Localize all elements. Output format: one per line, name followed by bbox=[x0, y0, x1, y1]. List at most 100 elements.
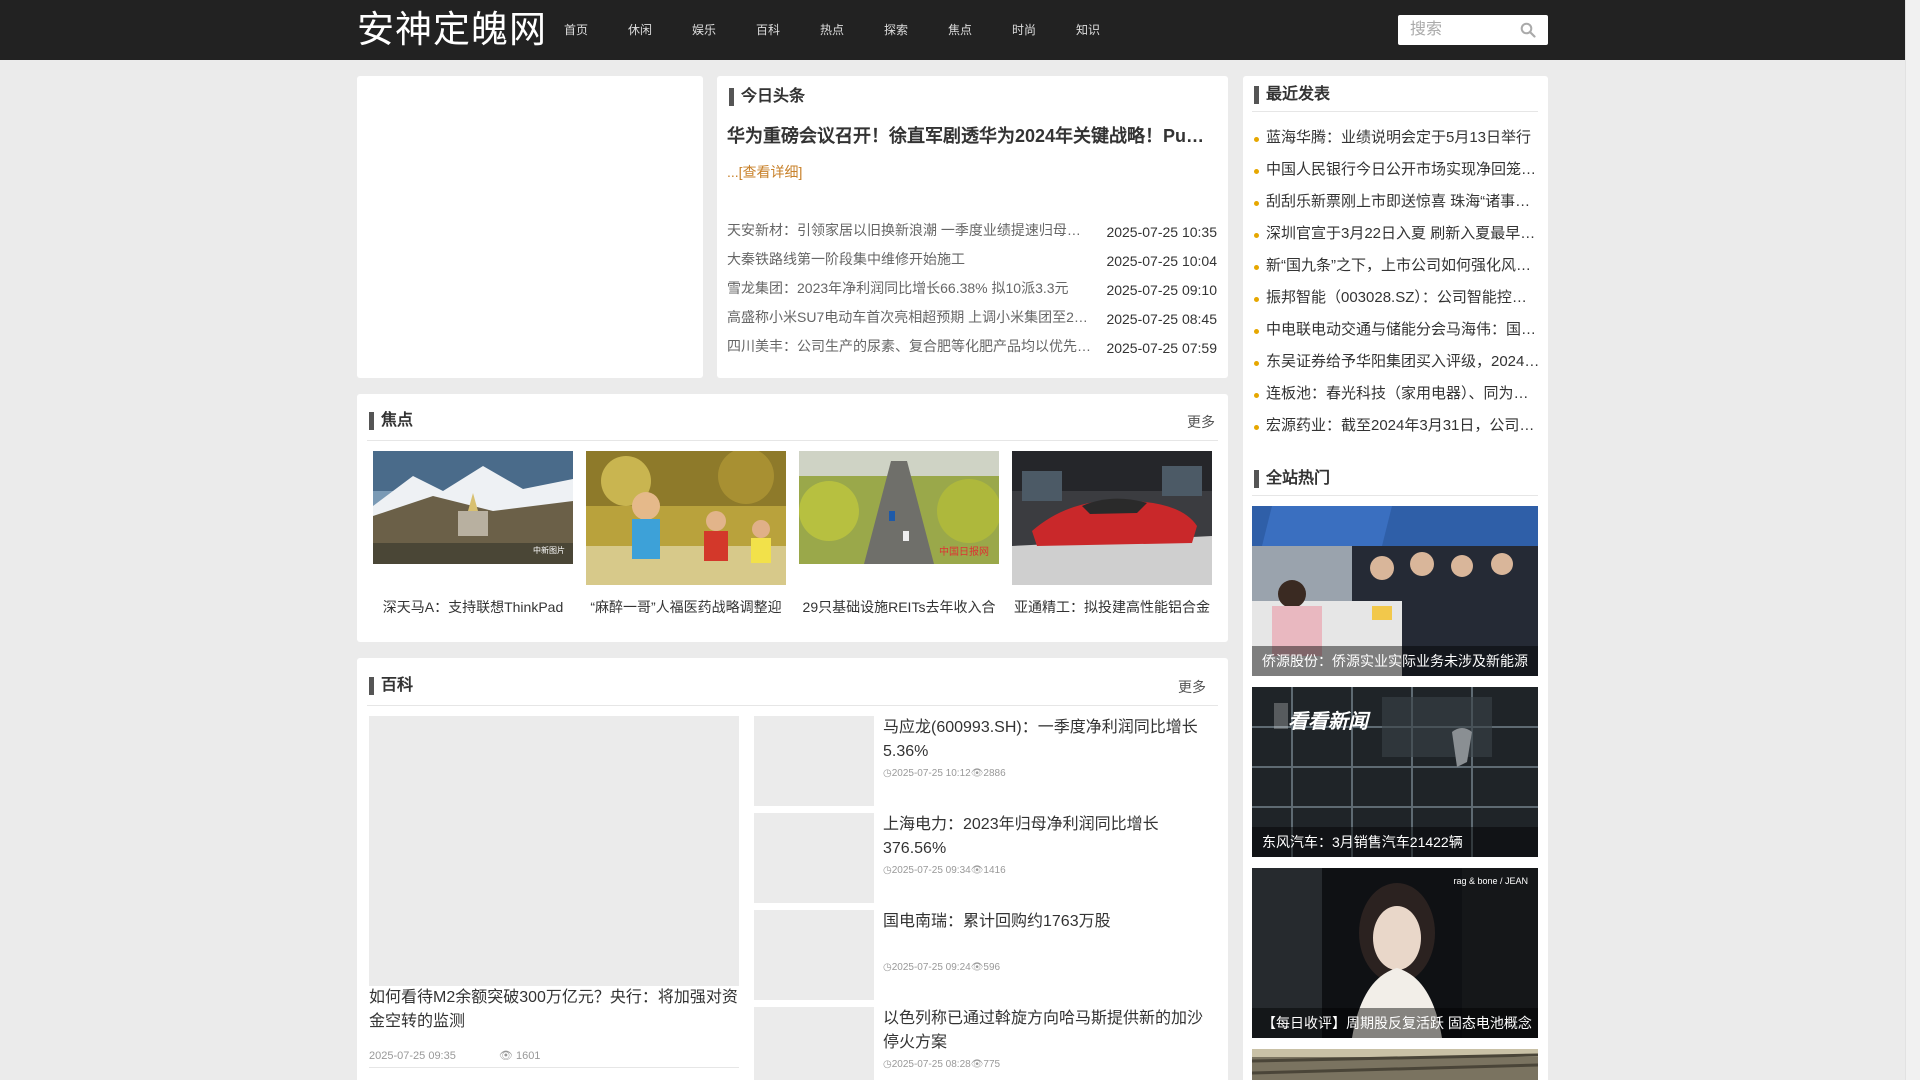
list-item[interactable]: 刮刮乐新票刚上市即送惊喜 珠海“诸事顺利”中奖 bbox=[1252, 188, 1540, 220]
hot-card[interactable]: 侨源股份：侨源实业实际业务未涉及新能源 bbox=[1252, 506, 1538, 676]
focus-caption[interactable]: “麻醉一哥”人福医药战略调整迎 bbox=[586, 597, 786, 617]
page-scrollbar[interactable] bbox=[1905, 0, 1920, 1080]
news-date: 2025-07-25 08:45 bbox=[1106, 311, 1217, 327]
article-title[interactable]: 马应龙(600993.SH)：一季度净利润同比增长5.36% bbox=[883, 716, 1213, 764]
hot-card[interactable]: rag & bone / JEAN 【每日收评】周期股反复活跃 固态电池概念 bbox=[1252, 868, 1538, 1038]
scrollbar-thumb[interactable] bbox=[1909, 0, 1918, 1080]
views-count: 1601 bbox=[515, 1050, 541, 1062]
article-thumbnail[interactable] bbox=[754, 910, 874, 1000]
list-item[interactable]: 振邦智能（003028.SZ）：公司智能控制器产品 bbox=[1252, 284, 1540, 316]
article-title[interactable]: 上海电力：2023年归母净利润同比增长376.56% bbox=[883, 813, 1213, 861]
headline-title[interactable]: 华为重磅会议召开！徐直军剧透华为2024年关键战略！Pura70系列发布 bbox=[727, 122, 1209, 148]
focus-card[interactable]: 中国日报网 29只基础设施REITs去年收入合 bbox=[799, 451, 999, 615]
focus-image[interactable] bbox=[1012, 451, 1212, 585]
focus-caption[interactable]: 深天马A：支持联想ThinkPad bbox=[373, 597, 573, 617]
list-item[interactable]: 天安新材：引领家居以旧换新浪潮 一季度业绩提速归母净利润同比增长 2025-07-… bbox=[727, 218, 1217, 247]
search-icon[interactable] bbox=[1520, 22, 1536, 38]
hot-caption[interactable]: 【每日收评】周期股反复活跃 固态电池概念 bbox=[1252, 1008, 1538, 1038]
news-title[interactable]: 大秦铁路线第一阶段集中维修开始施工 bbox=[727, 249, 1092, 269]
list-item[interactable]: 东吴证券给予华阳集团买入评级，2024年一季度 bbox=[1252, 348, 1540, 380]
nav-entertainment[interactable]: 娱乐 bbox=[672, 0, 736, 60]
image-watermark: 中国日报网 bbox=[939, 547, 989, 558]
featured-title[interactable]: 如何看待M2余额突破300万亿元？央行：将加强对资金空转的监测 bbox=[369, 986, 741, 1034]
focus-image[interactable] bbox=[586, 451, 786, 585]
eye-icon: 👁 bbox=[498, 1050, 516, 1062]
focus-image[interactable]: 中国日报网 bbox=[799, 451, 999, 564]
article-thumbnail[interactable] bbox=[754, 1007, 874, 1080]
slideshow-area[interactable] bbox=[357, 76, 703, 378]
list-item[interactable]: 以色列称已通过斡旋方向哈马斯提供新的加沙停火方案 ◷2025-07-25 08:… bbox=[754, 1007, 1214, 1080]
article-title[interactable]: 国电南瑞：累计回购约1763万股 bbox=[883, 910, 1213, 934]
list-item[interactable]: 连板池：春光科技（家用电器）、同为股份晋级 bbox=[1252, 380, 1540, 412]
main-nav: 首页 休闲 娱乐 百科 热点 探索 焦点 时尚 知识 bbox=[544, 0, 1120, 60]
views-count: 1416 bbox=[983, 865, 1006, 876]
focus-more-link[interactable]: 更多 bbox=[1187, 412, 1215, 432]
list-item[interactable]: 中电联电动交通与储能分会马海伟：国内充电 bbox=[1252, 316, 1540, 348]
featured-meta: 2025-07-25 09:35 👁 1601 bbox=[369, 1049, 540, 1062]
hot-caption[interactable]: 东风汽车：3月销售汽车21422辆 bbox=[1252, 827, 1538, 857]
nav-hot[interactable]: 热点 bbox=[800, 0, 864, 60]
article-thumbnail[interactable] bbox=[754, 716, 874, 806]
article-meta: ◷2025-07-25 08:28👁775 bbox=[883, 1059, 1000, 1070]
nav-knowledge[interactable]: 知识 bbox=[1056, 0, 1120, 60]
focus-card[interactable]: “麻醉一哥”人福医药战略调整迎 bbox=[586, 451, 786, 615]
news-date: 2025-07-25 07:59 bbox=[1106, 340, 1217, 356]
list-item[interactable]: 大秦铁路线第一阶段集中维修开始施工 2025-07-25 10:04 bbox=[727, 247, 1217, 276]
nav-leisure[interactable]: 休闲 bbox=[608, 0, 672, 60]
article-date: 2025-07-25 08:28 bbox=[891, 1059, 971, 1070]
nav-home[interactable]: 首页 bbox=[544, 0, 608, 60]
image-watermark: 中新图片 bbox=[533, 546, 565, 555]
view-detail-link[interactable]: [查看详细] bbox=[739, 164, 803, 180]
search-input[interactable] bbox=[1398, 15, 1513, 45]
news-title[interactable]: 天安新材：引领家居以旧换新浪潮 一季度业绩提速归母净利润同比增长 bbox=[727, 220, 1092, 240]
news-title[interactable]: 高盛称小米SU7电动车首次亮相超预期 上调小米集团至2024年目标价 bbox=[727, 307, 1092, 327]
clock-icon: ◷ bbox=[883, 865, 892, 876]
hot-card[interactable]: 看看新闻 东风汽车：3月销售汽车21422辆 bbox=[1252, 687, 1538, 857]
clock-icon: ◷ bbox=[883, 768, 892, 779]
clock-icon: ◷ bbox=[883, 962, 892, 973]
news-title[interactable]: 雪龙集团：2023年净利润同比增长66.38% 拟10派3.3元 bbox=[727, 278, 1092, 298]
list-item[interactable]: 新“国九条”之下，上市公司如何强化风险意识 bbox=[1252, 252, 1540, 284]
news-date: 2025-07-25 10:04 bbox=[1106, 253, 1217, 269]
list-item[interactable]: 上海电力：2023年归母净利润同比增长376.56% ◷2025-07-25 0… bbox=[754, 813, 1214, 903]
article-thumbnail[interactable] bbox=[754, 813, 874, 903]
nav-explore[interactable]: 探索 bbox=[864, 0, 928, 60]
list-item[interactable]: 宏源药业：截至2024年3月31日，公司股东人数 bbox=[1252, 412, 1540, 444]
featured-views: 👁 1601 bbox=[499, 1050, 541, 1062]
eye-icon: 👁 bbox=[970, 865, 984, 876]
hot-caption[interactable]: 侨源股份：侨源实业实际业务未涉及新能源 bbox=[1252, 646, 1538, 676]
focus-image[interactable]: 中新图片 bbox=[373, 451, 573, 564]
list-item[interactable]: 深圳官宣于3月22日入夏 刷新入夏最早纪录 bbox=[1252, 220, 1540, 252]
list-item[interactable]: 国电南瑞：累计回购约1763万股 ◷2025-07-25 09:24👁596 bbox=[754, 910, 1214, 1000]
hot-card[interactable] bbox=[1252, 1049, 1538, 1080]
focus-caption[interactable]: 29只基础设施REITs去年收入合 bbox=[799, 597, 999, 617]
list-item[interactable]: 四川美丰：公司生产的尿素、复合肥等化肥产品均以优先满足国内市场 2025-07-2… bbox=[727, 334, 1217, 363]
list-item[interactable]: 高盛称小米SU7电动车首次亮相超预期 上调小米集团至2024年目标价 2025-0… bbox=[727, 305, 1217, 334]
encyclopedia-more-link[interactable]: 更多 bbox=[1178, 677, 1206, 697]
recent-list: 蓝海华腾：业绩说明会定于5月13日举行 中国人民银行今日公开市场实现净回笼100… bbox=[1252, 124, 1540, 444]
focus-caption[interactable]: 亚通精工：拟投建高性能铝合金 bbox=[1012, 597, 1212, 617]
divider bbox=[369, 1067, 739, 1068]
headline-detail: ...[查看详细] bbox=[727, 162, 802, 182]
focus-card[interactable]: 亚通精工：拟投建高性能铝合金 bbox=[1012, 451, 1212, 615]
article-date: 2025-07-25 10:12 bbox=[891, 768, 971, 779]
article-title[interactable]: 以色列称已通过斡旋方向哈马斯提供新的加沙停火方案 bbox=[883, 1007, 1213, 1055]
focus-section-title: 焦点 bbox=[369, 411, 413, 431]
site-logo[interactable]: 安神定魄网 bbox=[357, 6, 547, 54]
nav-fashion[interactable]: 时尚 bbox=[992, 0, 1056, 60]
divider bbox=[367, 705, 1218, 706]
list-item[interactable]: 中国人民银行今日公开市场实现净回笼1000亿元 bbox=[1252, 156, 1540, 188]
detail-prefix: ... bbox=[727, 164, 739, 180]
eye-icon: 👁 bbox=[970, 1059, 984, 1070]
news-title[interactable]: 四川美丰：公司生产的尿素、复合肥等化肥产品均以优先满足国内市场 bbox=[727, 336, 1092, 356]
hot-image[interactable] bbox=[1252, 1049, 1538, 1080]
list-item[interactable]: 雪龙集团：2023年净利润同比增长66.38% 拟10派3.3元 2025-07-… bbox=[727, 276, 1217, 305]
brand-text: rag & bone / JEAN bbox=[1453, 876, 1528, 886]
nav-focus[interactable]: 焦点 bbox=[928, 0, 992, 60]
list-item[interactable]: 蓝海华腾：业绩说明会定于5月13日举行 bbox=[1252, 124, 1540, 156]
list-item[interactable]: 马应龙(600993.SH)：一季度净利润同比增长5.36% ◷2025-07-… bbox=[754, 716, 1214, 806]
search-box bbox=[1398, 15, 1548, 45]
focus-card[interactable]: 中新图片 深天马A：支持联想ThinkPad bbox=[373, 451, 573, 615]
nav-encyclopedia[interactable]: 百科 bbox=[736, 0, 800, 60]
featured-image[interactable] bbox=[369, 716, 739, 986]
